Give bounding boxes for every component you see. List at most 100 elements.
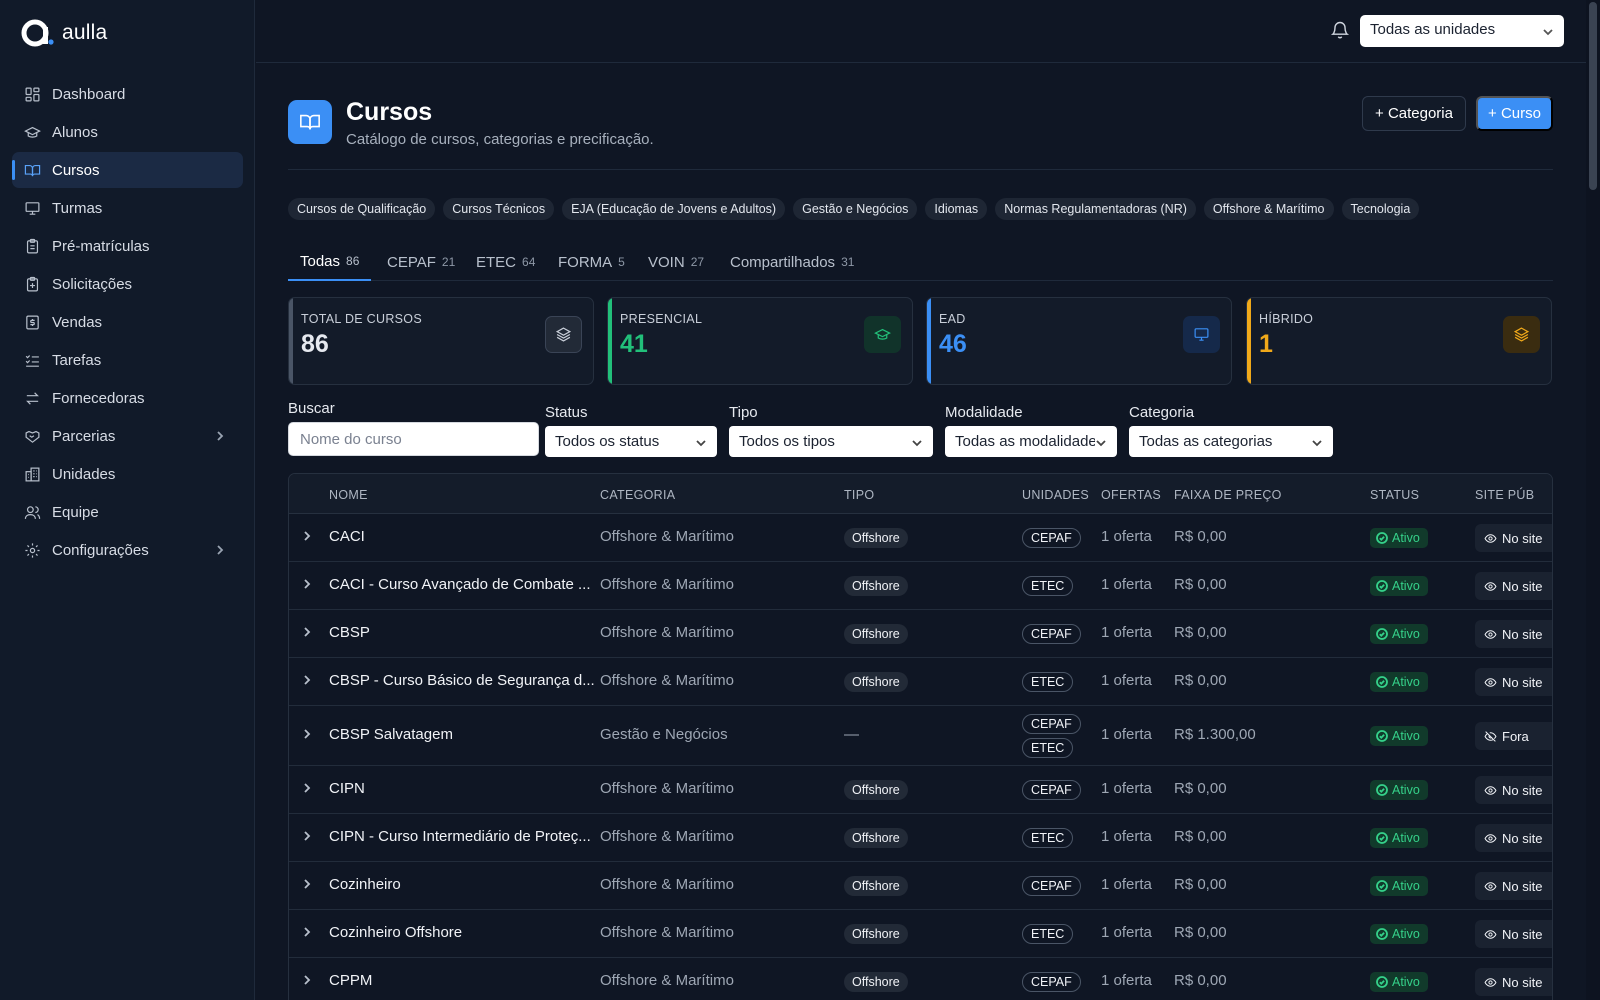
course-name[interactable]: CBSP - Curso Básico de Segurança d... <box>329 672 595 689</box>
table-row[interactable]: CACI - Curso Avançado de Combate ... Off… <box>289 562 1552 610</box>
category-chip[interactable]: Gestão e Negócios <box>793 198 918 220</box>
chevron-right-icon[interactable] <box>301 829 313 841</box>
course-name[interactable]: CPPM <box>329 972 372 989</box>
table-row[interactable]: CIPN - Curso Intermediário de Proteç... … <box>289 814 1552 862</box>
tab-label: VOIN <box>648 253 685 271</box>
course-category: Offshore & Marítimo <box>600 780 734 797</box>
sidebar-item-unidades[interactable]: Unidades <box>12 456 243 492</box>
unit-select[interactable]: Todas as unidades <box>1360 15 1564 47</box>
table-row[interactable]: Cozinheiro Offshore Offshore & Marítimo O… <box>289 910 1552 958</box>
check-circle-icon <box>1376 730 1388 742</box>
table-row[interactable]: CIPN Offshore & Marítimo Offshore CEPAF 1 o… <box>289 766 1552 814</box>
tab-todas[interactable]: Todas 86 <box>288 243 372 281</box>
table-row[interactable]: Cozinheiro Offshore & Marítimo Offshore CE… <box>289 862 1552 910</box>
sidebar-item-alunos[interactable]: Alunos <box>12 114 243 150</box>
tipo-select[interactable]: Todos os tipos <box>729 426 933 457</box>
category-chip[interactable]: Offshore & Marítimo <box>1203 198 1334 220</box>
site-visibility-button[interactable]: No site <box>1475 872 1552 900</box>
course-category: Offshore & Marítimo <box>600 528 734 545</box>
course-offers: 1 oferta <box>1101 828 1152 845</box>
chevron-right-icon[interactable] <box>301 925 313 937</box>
course-price: R$ 0,00 <box>1174 576 1227 593</box>
category-chip[interactable]: Cursos de Qualificação <box>288 198 436 220</box>
col-tipo[interactable]: TIPO <box>844 488 874 502</box>
tab-cepaf[interactable]: CEPAF 21 <box>375 243 467 281</box>
sidebar-item-equipe[interactable]: Equipe <box>12 494 243 530</box>
chevron-right-icon[interactable] <box>301 673 313 685</box>
category-chip[interactable]: Idiomas <box>925 198 988 220</box>
categoria-select[interactable]: Todas as categorias <box>1129 426 1333 457</box>
sidebar-item-dashboard[interactable]: Dashboard <box>12 76 243 112</box>
table-row[interactable]: CBSP Salvatagem Gestão e Negócios — CEPAF E… <box>289 706 1552 766</box>
course-name[interactable]: Cozinheiro <box>329 876 401 893</box>
brand-logo[interactable]: aulla <box>20 16 107 50</box>
col-preco[interactable]: FAIXA DE PREÇO <box>1174 488 1282 502</box>
status-select[interactable]: Todos os status <box>545 426 717 457</box>
chevron-right-icon[interactable] <box>301 877 313 889</box>
site-visibility-button[interactable]: No site <box>1475 572 1552 600</box>
col-categoria[interactable]: CATEGORIA <box>600 488 675 502</box>
col-site[interactable]: SITE PÚB <box>1475 488 1534 502</box>
col-ofertas[interactable]: OFERTAS <box>1101 488 1161 502</box>
course-name[interactable]: CACI - Curso Avançado de Combate ... <box>329 576 591 593</box>
scrollbar-thumb[interactable] <box>1589 2 1597 190</box>
site-visibility-button[interactable]: No site <box>1475 668 1552 696</box>
add-category-button[interactable]: + Categoria <box>1362 96 1466 131</box>
sidebar-item-turmas[interactable]: Turmas <box>12 190 243 226</box>
unit-tabs: Todas 86 CEPAF 21 ETEC 64 FORMA 5 VOIN 27 Comparti… <box>288 243 1553 281</box>
site-visibility-button[interactable]: No site <box>1475 920 1552 948</box>
site-visibility-button[interactable]: No site <box>1475 776 1552 804</box>
page-scrollbar[interactable] <box>1586 0 1600 1000</box>
category-chip[interactable]: Normas Regulamentadoras (NR) <box>995 198 1196 220</box>
sidebar-item-solicitacoes[interactable]: Solicitações <box>12 266 243 302</box>
chevron-down-icon <box>1542 25 1554 37</box>
category-chip[interactable]: EJA (Educação de Jovens e Adultos) <box>562 198 786 220</box>
site-visibility-button[interactable]: No site <box>1475 824 1552 852</box>
sidebar-item-tarefas[interactable]: Tarefas <box>12 342 243 378</box>
category-chip[interactable]: Tecnologia <box>1341 198 1420 220</box>
tab-compartilhados[interactable]: Compartilhados 31 <box>718 243 866 281</box>
chevron-right-icon[interactable] <box>301 727 313 739</box>
sidebar-item-cursos[interactable]: Cursos <box>12 152 243 188</box>
table-row[interactable]: CPPM Offshore & Marítimo Offshore CEPAF 1 o… <box>289 958 1552 1000</box>
col-unidades[interactable]: UNIDADES <box>1022 488 1089 502</box>
tab-forma[interactable]: FORMA 5 <box>546 243 637 281</box>
chevron-right-icon[interactable] <box>301 577 313 589</box>
chevron-right-icon[interactable] <box>301 529 313 541</box>
chevron-right-icon[interactable] <box>301 781 313 793</box>
chevron-right-icon[interactable] <box>301 973 313 985</box>
course-name[interactable]: CIPN <box>329 780 365 797</box>
courses-table: NOME CATEGORIA TIPO UNIDADES OFERTAS FAI… <box>288 473 1553 1000</box>
eye-icon <box>1484 880 1497 893</box>
site-visibility-button[interactable]: No site <box>1475 968 1552 996</box>
sidebar-item-label: Pré-matrículas <box>52 237 150 255</box>
modalidade-select[interactable]: Todas as modalidades <box>945 426 1117 457</box>
col-status[interactable]: STATUS <box>1370 488 1419 502</box>
table-row[interactable]: CBSP - Curso Básico de Segurança d... Of… <box>289 658 1552 706</box>
tab-voin[interactable]: VOIN 27 <box>636 243 716 281</box>
category-chip[interactable]: Cursos Técnicos <box>443 198 555 220</box>
sidebar-item-vendas[interactable]: Vendas <box>12 304 243 340</box>
tab-etec[interactable]: ETEC 64 <box>464 243 547 281</box>
course-category: Offshore & Marítimo <box>600 972 734 989</box>
site-visibility-button[interactable]: No site <box>1475 524 1552 552</box>
bell-icon[interactable] <box>1330 20 1352 42</box>
table-row[interactable]: CBSP Offshore & Marítimo Offshore CEPAF 1 o… <box>289 610 1552 658</box>
site-visibility-button[interactable]: No site <box>1475 620 1552 648</box>
tab-label: FORMA <box>558 253 613 271</box>
course-name[interactable]: CACI <box>329 528 365 545</box>
col-nome[interactable]: NOME <box>329 488 368 502</box>
sidebar-item-fornecedoras[interactable]: Fornecedoras <box>12 380 243 416</box>
sidebar-item-parcerias[interactable]: Parcerias <box>12 418 243 454</box>
course-name[interactable]: Cozinheiro Offshore <box>329 924 462 941</box>
sidebar-item-pre-matriculas[interactable]: Pré-matrículas <box>12 228 243 264</box>
course-name[interactable]: CIPN - Curso Intermediário de Proteç... <box>329 828 591 845</box>
table-row[interactable]: CACI Offshore & Marítimo Offshore CEPAF 1 o… <box>289 514 1552 562</box>
chevron-right-icon[interactable] <box>301 625 313 637</box>
course-name[interactable]: CBSP <box>329 624 370 641</box>
sidebar-item-configuracoes[interactable]: Configurações <box>12 532 243 568</box>
site-visibility-button[interactable]: Fora <box>1475 722 1552 750</box>
add-course-button[interactable]: + Curso <box>1476 96 1553 131</box>
course-name[interactable]: CBSP Salvatagem <box>329 726 453 743</box>
search-input[interactable]: Nome do curso <box>288 422 539 456</box>
